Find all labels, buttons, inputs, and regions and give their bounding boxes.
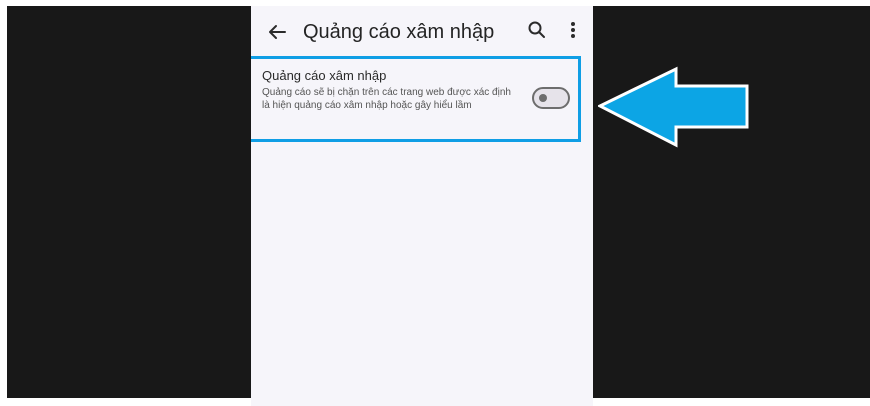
arrow-left-icon [598,66,749,148]
intrusive-ads-toggle[interactable] [532,87,570,109]
more-vert-icon [571,22,575,38]
phone-screen: Quảng cáo xâm nhập Quảng cáo xâm nhập Qu… [251,6,593,406]
more-options-button[interactable] [563,18,583,42]
back-button[interactable] [263,18,291,46]
setting-summary: Quảng cáo sẽ bị chặn trên các trang web … [262,87,511,111]
search-icon [528,21,545,38]
setting-title: Quảng cáo xâm nhập [262,68,387,83]
toggle-track [532,87,570,109]
screenshot-stage: Quảng cáo xâm nhập Quảng cáo xâm nhập Qu… [0,0,870,406]
app-bar: Quảng cáo xâm nhập [251,6,593,58]
toggle-thumb [539,94,547,102]
arrow-back-icon [269,25,286,39]
intrusive-ads-setting-row[interactable]: Quảng cáo xâm nhập Quảng cáo sẽ bị chặn … [251,56,581,142]
search-button[interactable] [525,18,549,42]
page-title: Quảng cáo xâm nhập [303,21,495,43]
